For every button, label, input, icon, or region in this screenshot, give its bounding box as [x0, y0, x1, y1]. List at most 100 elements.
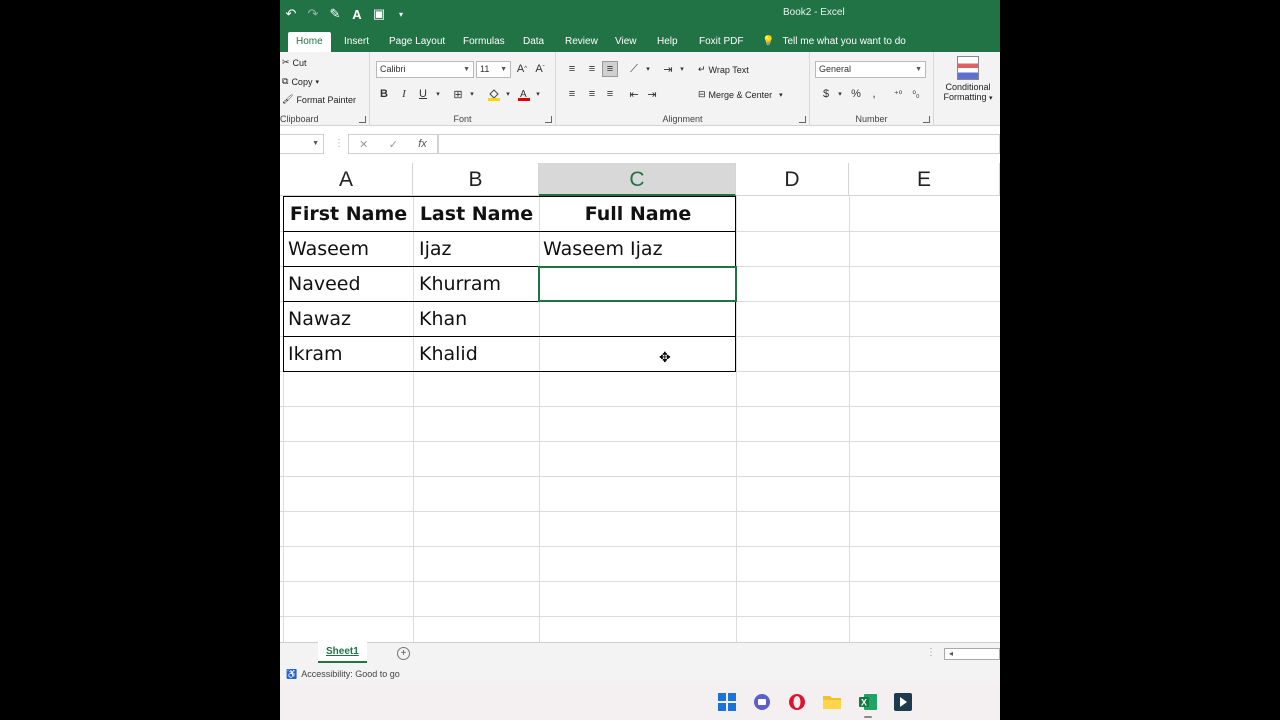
bold-button[interactable]: B	[376, 86, 392, 102]
file-explorer-icon[interactable]	[822, 692, 842, 712]
column-header-e[interactable]: E	[849, 163, 1000, 196]
cut-button[interactable]: ✂ Cut	[282, 57, 307, 68]
cell-a4[interactable]: Nawaz	[288, 302, 412, 337]
chevron-down-icon[interactable]: ▾	[674, 61, 690, 77]
cell-a5[interactable]: Ikram	[288, 337, 412, 372]
cell-a2[interactable]: Waseem	[288, 232, 412, 267]
tab-insert[interactable]: Insert	[344, 32, 369, 52]
tab-home[interactable]: Home	[288, 32, 331, 52]
decrease-indent-icon[interactable]: ⇤	[626, 86, 642, 102]
windows-start-icon[interactable]	[717, 692, 737, 712]
cell-a3[interactable]: Naveed	[288, 267, 412, 302]
increase-decimal-icon[interactable]: ⁺⁰	[890, 86, 906, 102]
tab-help[interactable]: Help	[657, 32, 678, 52]
cell-b5[interactable]: Khalid	[419, 337, 538, 372]
column-header-d[interactable]: D	[736, 163, 849, 196]
decrease-font-icon[interactable]: Aˇ	[532, 61, 548, 77]
number-launcher-icon[interactable]	[923, 116, 930, 123]
cell-c1[interactable]: Full Name	[540, 197, 736, 232]
merge-center-button[interactable]: ⊟ Merge & Center ▾	[698, 89, 783, 100]
percent-button[interactable]: %	[848, 86, 864, 102]
alignment-group: ≡ ≡ ≡ ⟋ ▾ ⇥ ▾ ↵ Wrap Text ≡ ≡ ≡ ⇤ ⇥ ⊟ Me…	[556, 52, 810, 126]
font-color-icon[interactable]: A	[348, 5, 366, 23]
horizontal-scrollbar[interactable]: ◂	[944, 648, 1000, 660]
increase-font-icon[interactable]: A ^	[514, 61, 530, 77]
tab-data[interactable]: Data	[523, 32, 544, 52]
opera-browser-icon[interactable]	[787, 692, 807, 712]
formula-input[interactable]	[438, 134, 1000, 154]
column-header-c[interactable]: C	[539, 163, 736, 196]
number-format-select[interactable]: General ▼	[815, 61, 926, 78]
paste-icon[interactable]: ▣	[370, 5, 388, 23]
cell-c5[interactable]	[543, 337, 735, 372]
underline-button[interactable]: U	[415, 86, 431, 102]
comma-button[interactable]: ,	[866, 86, 882, 102]
chevron-down-icon[interactable]: ▾	[430, 86, 446, 102]
wrap-text-button[interactable]: ↵ Wrap Text	[698, 64, 749, 75]
format-painter-icon[interactable]: ✎	[326, 5, 344, 23]
add-sheet-button[interactable]: +	[397, 647, 410, 660]
gridline	[280, 581, 1000, 582]
align-bottom-icon[interactable]: ≡	[602, 61, 618, 77]
align-middle-icon[interactable]: ≡	[584, 61, 600, 77]
cell-a1[interactable]: First Name	[284, 197, 413, 232]
align-center-icon[interactable]: ≡	[584, 86, 600, 102]
lightbulb-icon: 💡	[762, 36, 775, 47]
worksheet-grid[interactable]: A B C D E First Name Last Name Full Name…	[280, 163, 1000, 643]
gridline	[413, 196, 414, 643]
tab-review[interactable]: Review	[565, 32, 598, 52]
font-launcher-icon[interactable]	[545, 116, 552, 123]
title-bar: ↶ ↷ ✎ A ▣ ▾ Book2 - Excel	[280, 0, 1000, 28]
name-box[interactable]: ▼	[280, 134, 324, 154]
number-group: General ▼ $ ▾ % , ⁺⁰ ⁰₀ Number	[810, 52, 934, 126]
alignment-launcher-icon[interactable]	[799, 116, 806, 123]
accessibility-icon: ♿	[286, 669, 298, 679]
cell-b2[interactable]: Ijaz	[419, 232, 538, 267]
chevron-down-icon[interactable]: ▾	[832, 86, 848, 102]
active-cell-selection[interactable]	[538, 266, 737, 302]
cell-b1[interactable]: Last Name	[414, 197, 539, 232]
windows-taskbar: X	[280, 684, 1000, 720]
cell-b3[interactable]: Khurram	[419, 267, 538, 302]
chevron-down-icon[interactable]: ▾	[640, 61, 656, 77]
redo-icon[interactable]: ↷	[304, 5, 322, 23]
chevron-down-icon[interactable]: ▾	[500, 86, 516, 102]
format-painter-button[interactable]: 🖌 Format Painter	[282, 94, 356, 105]
undo-icon[interactable]: ↶	[282, 5, 300, 23]
tab-foxit-pdf[interactable]: Foxit PDF	[699, 32, 743, 52]
clipboard-launcher-icon[interactable]	[359, 116, 366, 123]
font-name-select[interactable]: Calibri ▼	[376, 61, 474, 78]
customize-qat-icon[interactable]: ▾	[392, 5, 410, 23]
gridline	[280, 546, 1000, 547]
italic-button[interactable]: I	[396, 86, 412, 102]
cell-c4[interactable]	[543, 302, 735, 337]
cell-b4[interactable]: Khan	[419, 302, 538, 337]
increase-indent-icon[interactable]: ⇥	[644, 86, 660, 102]
tab-page-layout[interactable]: Page Layout	[389, 32, 445, 52]
quick-access-toolbar: ↶ ↷ ✎ A ▣ ▾	[282, 5, 410, 23]
tell-me-search[interactable]: 💡 Tell me what you want to do	[762, 32, 906, 52]
teams-chat-icon[interactable]	[752, 692, 772, 712]
decrease-decimal-icon[interactable]: ⁰₀	[908, 86, 924, 102]
align-left-icon[interactable]: ≡	[564, 86, 580, 102]
font-size-select[interactable]: 11 ▼	[476, 61, 511, 78]
align-top-icon[interactable]: ≡	[564, 61, 580, 77]
column-header-b[interactable]: B	[413, 163, 539, 196]
sheet-tab-sheet1[interactable]: Sheet1	[318, 642, 367, 663]
splitter-handle[interactable]: ⋮	[926, 647, 936, 658]
align-right-icon[interactable]: ≡	[602, 86, 618, 102]
accessibility-status[interactable]: Accessibility: Good to go	[301, 664, 400, 684]
column-header-a[interactable]: A	[280, 163, 413, 196]
insert-function-icon[interactable]: fx	[418, 138, 427, 150]
cell-c2[interactable]: Waseem Ijaz	[543, 232, 735, 267]
tab-formulas[interactable]: Formulas	[463, 32, 505, 52]
copy-button[interactable]: ⧉ Copy ▾	[282, 76, 319, 87]
media-app-icon[interactable]	[893, 692, 913, 712]
tab-view[interactable]: View	[615, 32, 637, 52]
cancel-icon[interactable]: ✕	[359, 138, 368, 151]
chevron-down-icon[interactable]: ▾	[530, 86, 546, 102]
conditional-formatting-button[interactable]: Conditional Formatting ▾	[938, 56, 998, 102]
chevron-down-icon[interactable]: ▾	[464, 86, 480, 102]
excel-app-icon[interactable]: X	[858, 692, 878, 712]
enter-icon[interactable]: ✓	[389, 138, 398, 151]
